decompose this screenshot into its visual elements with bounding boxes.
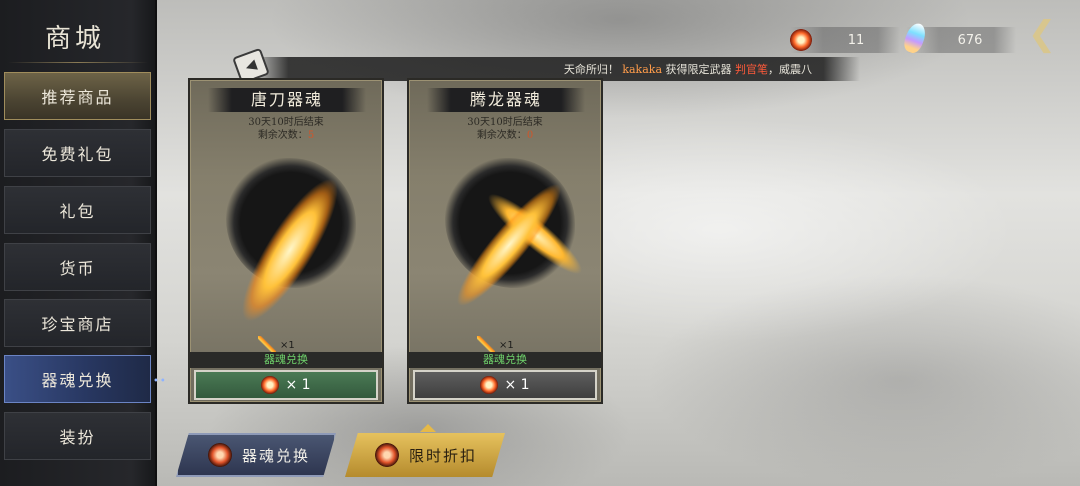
card-label: 器魂兑换 bbox=[190, 352, 382, 368]
exchange-cost: × 1 bbox=[504, 377, 530, 393]
shop-title: 商城 bbox=[44, 24, 105, 54]
sidebar-item-weapon-soul-exchange[interactable]: 器魂兑换 bbox=[4, 355, 151, 403]
exchange-button[interactable]: × 1 bbox=[194, 370, 378, 400]
card-title: 唐刀器魂 bbox=[208, 88, 366, 112]
title-divider bbox=[8, 62, 148, 63]
weapon-soul-token-icon bbox=[790, 29, 812, 51]
weapon-soul-token-icon bbox=[261, 376, 280, 394]
sidebar-item-free-packs[interactable]: 免费礼包 bbox=[4, 129, 151, 177]
tab-label: 限时折扣 bbox=[409, 446, 478, 465]
exchange-button[interactable]: × 1 bbox=[413, 370, 597, 400]
sidebar-item-recommended[interactable]: 推荐商品 bbox=[4, 72, 151, 120]
exchange-card-tang-dao[interactable]: 唐刀器魂 30天10时后结束 剩余次数：5 ×1 器魂兑换 × 1 bbox=[186, 78, 394, 404]
card-remaining: 剩余次数：5 bbox=[190, 126, 382, 141]
exchange-card-teng-long[interactable]: 腾龙器魂 30天10时后结束 剩余次数：0 ×1 器魂兑换 × 1 bbox=[380, 78, 638, 404]
reward-count-value: ×1 bbox=[280, 339, 295, 351]
tab-limited-discount[interactable]: 限时折扣 bbox=[345, 433, 505, 477]
announcement-middle: 获得限定武器 bbox=[665, 63, 732, 76]
sidebar-item-outfits[interactable]: 装扮 bbox=[4, 412, 151, 460]
sidebar-item-packs[interactable]: 礼包 bbox=[4, 186, 151, 234]
weapon-soul-token-icon bbox=[375, 443, 399, 467]
tab-active-marker bbox=[420, 424, 436, 432]
exchange-cost: × 1 bbox=[285, 377, 311, 393]
announcement-text: 天命所归！ kakaka 获得限定武器 判官笔，威震八 bbox=[564, 61, 812, 77]
currency-feather: 676 bbox=[901, 20, 1016, 56]
sidebar-item-treasure-shop[interactable]: 珍宝商店 bbox=[4, 299, 151, 347]
currency-value: 11 bbox=[847, 32, 865, 48]
tab-weapon-soul-exchange[interactable]: 器魂兑换 bbox=[176, 433, 336, 477]
tang-dao-sword-icon bbox=[186, 133, 394, 367]
tab-label: 器魂兑换 bbox=[242, 446, 311, 465]
announcement-item: 判官笔 bbox=[735, 63, 768, 76]
currency-value: 676 bbox=[957, 32, 983, 48]
weapon-soul-token-icon bbox=[208, 443, 232, 467]
currency-weapon-soul: 11 bbox=[790, 27, 900, 53]
sidebar-item-currency[interactable]: 货币 bbox=[4, 243, 151, 291]
weapon-soul-token-icon bbox=[480, 376, 499, 394]
back-arrow-icon[interactable]: ❮ bbox=[1022, 14, 1062, 54]
announcement-player: kakaka bbox=[622, 63, 662, 76]
reward-count-value: ×1 bbox=[499, 339, 514, 351]
card-label: 器魂兑换 bbox=[409, 352, 601, 368]
shop-sidebar: 商城 推荐商品 免费礼包 礼包 货币 珍宝商店 器魂兑换 装扮 bbox=[0, 0, 157, 486]
announcement-suffix: ，威震八 bbox=[768, 63, 812, 76]
announcement-prefix: 天命所归！ bbox=[563, 63, 619, 76]
remaining-count: 5 bbox=[307, 130, 315, 141]
card-title: 腾龙器魂 bbox=[427, 88, 585, 112]
active-indicator-dots: •• bbox=[153, 376, 167, 387]
